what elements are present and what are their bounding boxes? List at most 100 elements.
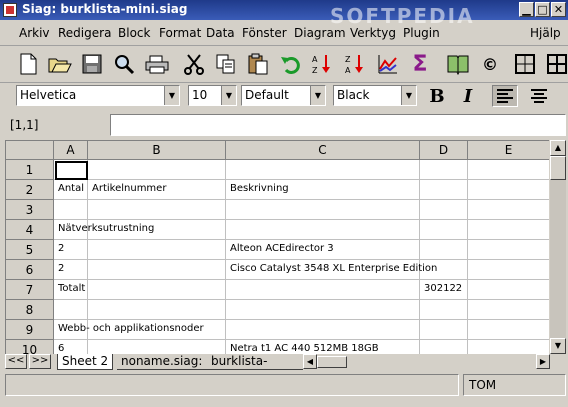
menu-diagram[interactable]: Diagram — [294, 26, 346, 40]
cell-a10[interactable]: 6 — [58, 339, 64, 355]
grid-line — [419, 160, 420, 355]
size-select[interactable]: 10 ▼ — [188, 85, 237, 106]
menu-data[interactable]: Data — [206, 26, 235, 40]
search-icon[interactable] — [110, 50, 138, 78]
close-icon[interactable]: ✕ — [551, 2, 566, 17]
sort-descending-icon[interactable]: ZA — [341, 50, 369, 78]
column-header-c[interactable]: C — [226, 141, 420, 160]
open-folder-icon[interactable] — [46, 50, 74, 78]
style-value: Default — [245, 88, 289, 102]
prev-sheet-button[interactable]: << — [5, 354, 27, 369]
selected-cell[interactable] — [55, 161, 88, 180]
chevron-down-icon[interactable]: ▼ — [164, 86, 179, 105]
row-header-7[interactable]: 7 — [6, 280, 54, 300]
app-menu-icon[interactable] — [3, 3, 17, 17]
menu-arkiv[interactable]: Arkiv — [19, 26, 50, 40]
font-select[interactable]: Helvetica ▼ — [16, 85, 180, 106]
spreadsheet-grid[interactable]: A B C D E 1 2 3 4 5 6 7 8 9 10 Antal Art… — [5, 140, 549, 355]
hscroll-thumb[interactable] — [317, 356, 347, 368]
column-header-a[interactable]: A — [54, 141, 88, 160]
style-select[interactable]: Default ▼ — [241, 85, 326, 106]
undo-icon[interactable] — [277, 50, 305, 78]
align-left-icon[interactable] — [492, 85, 518, 107]
cell-b2[interactable]: Artikelnummer — [92, 179, 166, 199]
italic-button[interactable]: I — [455, 85, 481, 107]
row-header-10[interactable]: 10 — [6, 340, 54, 355]
paste-icon[interactable] — [244, 50, 272, 78]
tab-sheet-2[interactable]: Sheet 2 — [57, 354, 114, 370]
borders-icon[interactable] — [511, 50, 539, 78]
minimize-icon[interactable]: ▁ — [519, 2, 534, 17]
sheet-tab-bar: << >> Sheet 2 noname.siag: burklista-sun… — [5, 354, 566, 370]
cell-a5[interactable]: 2 — [58, 239, 64, 259]
cell-c10[interactable]: Netra t1 AC 440 512MB 18GB — [230, 339, 379, 355]
column-header-b[interactable]: B — [88, 141, 226, 160]
menu-help[interactable]: Hjälp — [530, 26, 561, 40]
row-header-4[interactable]: 4 — [6, 220, 54, 240]
column-header-e[interactable]: E — [468, 141, 549, 160]
row-header-2[interactable]: 2 — [6, 180, 54, 200]
maximize-icon[interactable]: □ — [535, 2, 550, 17]
cell-c5[interactable]: Alteon ACEdirector 3 — [230, 239, 334, 259]
cell-a2[interactable]: Antal — [58, 179, 84, 199]
grid-line — [467, 160, 468, 355]
cut-scissors-icon[interactable] — [180, 50, 208, 78]
menu-plugin[interactable]: Plugin — [403, 26, 440, 40]
align-center-icon[interactable] — [526, 85, 552, 107]
menu-verktyg[interactable]: Verktyg — [350, 26, 396, 40]
new-file-icon[interactable] — [14, 50, 42, 78]
sort-ascending-icon[interactable]: AZ — [308, 50, 336, 78]
grid-line — [54, 199, 549, 200]
help-book-icon[interactable] — [444, 50, 472, 78]
cell-d7[interactable]: 302122 — [424, 279, 462, 299]
tab-burklista-sun[interactable]: burklista-sun.siag — [207, 354, 303, 370]
cell-c6[interactable]: Cisco Catalyst 3548 XL Enterprise Editio… — [230, 259, 437, 279]
size-value: 10 — [192, 88, 208, 102]
scroll-thumb[interactable] — [550, 156, 566, 180]
print-icon[interactable] — [143, 50, 171, 78]
font-value: Helvetica — [20, 88, 77, 102]
cell-a6[interactable]: 2 — [58, 259, 64, 279]
scroll-right-icon[interactable]: ▶ — [536, 354, 550, 369]
cell-a9[interactable]: Webb- och applikationsnoder — [58, 319, 204, 339]
chevron-down-icon[interactable]: ▼ — [401, 86, 416, 105]
chart-icon[interactable] — [374, 50, 402, 78]
column-header-d[interactable]: D — [420, 141, 468, 160]
vertical-scrollbar[interactable]: ▲ ▼ — [550, 140, 566, 354]
cell-a4[interactable]: Nätverksutrustning — [58, 219, 154, 239]
row-header-6[interactable]: 6 — [6, 260, 54, 280]
scroll-left-icon[interactable]: ◀ — [303, 354, 317, 369]
window-title: Siag: burklista-mini.siag — [22, 2, 188, 16]
chevron-down-icon[interactable]: ▼ — [310, 86, 325, 105]
menu-redigera[interactable]: Redigera — [58, 26, 111, 40]
sum-sigma-icon[interactable]: Σ — [406, 50, 434, 78]
cell-c2[interactable]: Beskrivning — [230, 179, 289, 199]
menu-format[interactable]: Format — [159, 26, 201, 40]
copyright-icon[interactable]: © — [476, 50, 504, 78]
tab-noname[interactable]: noname.siag: — [117, 354, 207, 370]
next-sheet-button[interactable]: >> — [29, 354, 51, 369]
svg-text:A: A — [345, 66, 351, 75]
chevron-down-icon[interactable]: ▼ — [221, 86, 236, 105]
row-header-5[interactable]: 5 — [6, 240, 54, 260]
menu-block[interactable]: Block — [118, 26, 150, 40]
toolbar: AZ ZA Σ © — [0, 46, 568, 83]
formula-input[interactable] — [110, 114, 566, 136]
corner-header[interactable] — [6, 141, 54, 160]
scroll-down-icon[interactable]: ▼ — [550, 338, 566, 354]
menu-fonster[interactable]: Fönster — [242, 26, 287, 40]
scroll-up-icon[interactable]: ▲ — [550, 140, 566, 156]
row-header-3[interactable]: 3 — [6, 200, 54, 220]
bold-button[interactable]: B — [424, 85, 450, 107]
cell-reference: [1,1] — [10, 118, 39, 132]
save-disk-icon[interactable] — [78, 50, 106, 78]
grid-line — [225, 160, 226, 355]
grid-icon[interactable] — [543, 50, 568, 78]
color-value: Black — [337, 88, 370, 102]
copy-icon[interactable] — [212, 50, 240, 78]
color-select[interactable]: Black ▼ — [333, 85, 417, 106]
row-header-8[interactable]: 8 — [6, 300, 54, 320]
row-header-1[interactable]: 1 — [6, 160, 54, 180]
row-header-9[interactable]: 9 — [6, 320, 54, 340]
cell-a7[interactable]: Totalt — [58, 279, 85, 299]
